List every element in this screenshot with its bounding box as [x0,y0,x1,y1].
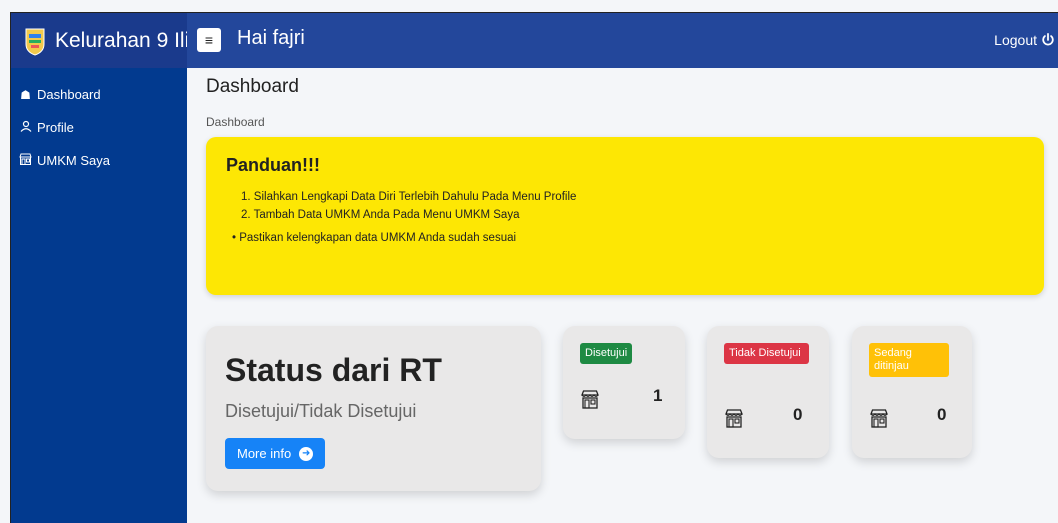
page-title: Dashboard [206,76,299,97]
store-icon [725,409,743,428]
app-frame: Kelurahan 9 Ilir ≡ Hai fajri Logout ☗ Da… [10,12,1058,523]
rejected-count: 0 [793,405,803,424]
sidebar-item-label: UMKM Saya [37,153,110,168]
status-subtitle: Disetujui/Tidak Disetujui [225,401,417,421]
store-icon [870,409,888,428]
brand-logo [23,26,47,56]
store-icon [581,390,599,409]
hamburger-icon: ≡ [204,32,214,48]
main-content: Dashboard Dashboard Panduan!!! 1. Silahk… [187,68,1058,523]
greeting-text: Hai fajri [237,27,305,49]
logout-label: Logout [994,32,1037,48]
top-navbar: Kelurahan 9 Ilir ≡ Hai fajri Logout [11,13,1058,68]
home-icon: ☗ [20,87,31,102]
status-card: Status dari RT Disetujui/Tidak Disetujui… [206,326,541,491]
status-badge: Sedang ditinjau [869,343,949,377]
arrow-right-circle-icon: ➜ [299,446,314,461]
power-icon [1042,33,1054,46]
status-badge: Disetujui [580,343,633,364]
store-icon [19,153,32,168]
guide-title: Panduan!!! [226,155,320,175]
rejected-card[interactable]: Tidak Disetujui 0 [707,326,829,458]
brand-title: Kelurahan 9 Ilir [55,28,187,52]
more-info-button[interactable]: More info ➜ [225,438,326,469]
more-info-label: More info [237,446,292,461]
guide-callout: Panduan!!! 1. Silahkan Lengkapi Data Dir… [206,137,1044,295]
guide-steps: 1. Silahkan Lengkapi Data Diri Terlebih … [226,188,1024,224]
guide-note: • Pastikan kelengkapan data UMKM Anda su… [232,232,517,244]
sidebar-item-dashboard[interactable]: ☗ Dashboard [11,78,187,111]
menu-toggle-button[interactable]: ≡ [197,28,221,52]
sidebar-item-label: Profile [37,120,74,135]
logout-link[interactable]: Logout [994,32,1055,48]
brand[interactable]: Kelurahan 9 Ilir [11,13,187,68]
guide-step: 1. Silahkan Lengkapi Data Diri Terlebih … [241,191,577,203]
breadcrumb: Dashboard [206,115,265,129]
status-title: Status dari RT [225,352,442,388]
sidebar-item-profile[interactable]: Profile [11,111,187,144]
guide-notes: • Pastikan kelengkapan data UMKM Anda su… [226,232,1024,244]
user-icon [19,120,32,135]
sidebar-item-label: Dashboard [37,87,101,102]
pending-count: 0 [937,405,947,424]
guide-note-text: Pastikan kelengkapan data UMKM Anda suda… [239,232,517,244]
sidebar-item-umkm[interactable]: UMKM Saya [11,144,187,177]
approved-card[interactable]: Disetujui 1 [563,326,685,439]
sidebar: ☗ Dashboard Profile UMKM Saya [11,68,187,523]
pending-card[interactable]: Sedang ditinjau 0 [852,326,972,458]
status-badge: Tidak Disetujui [724,343,809,364]
guide-step: 2. Tambah Data UMKM Anda Pada Menu UMKM … [241,209,520,221]
approved-count: 1 [653,386,663,405]
